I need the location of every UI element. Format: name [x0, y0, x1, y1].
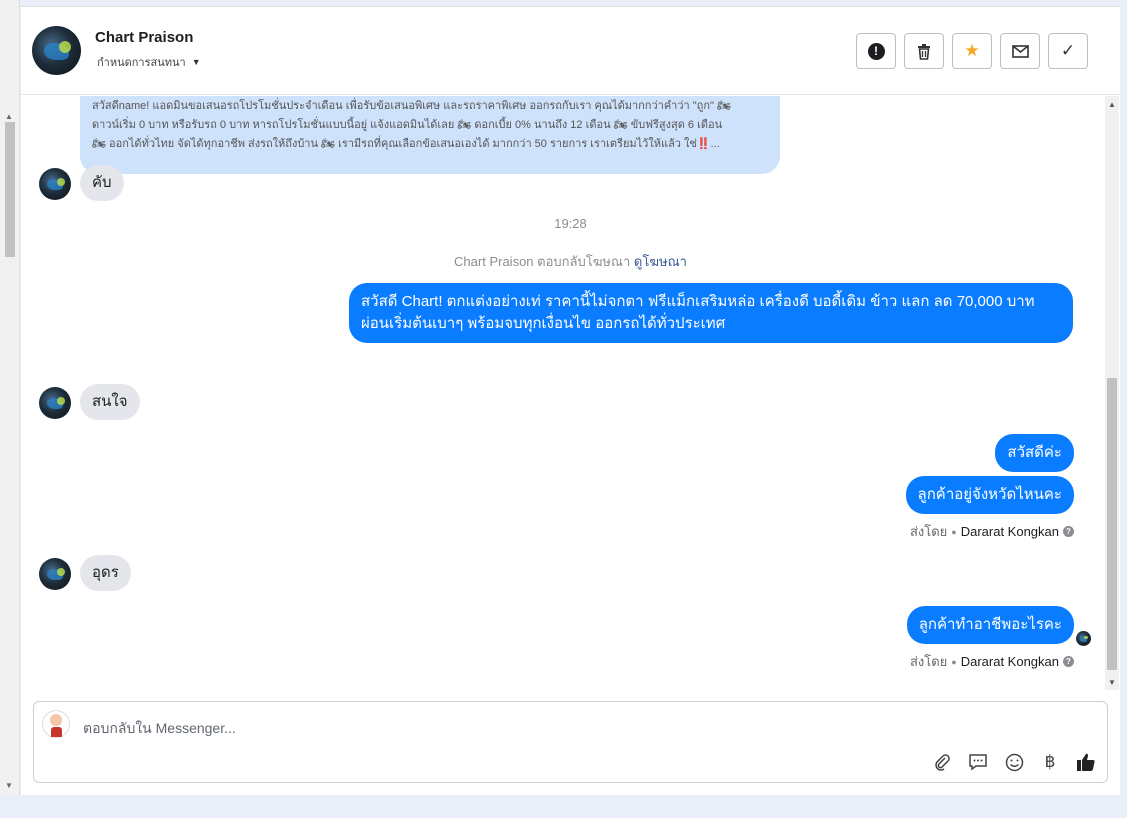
chat-bubble-icon: [969, 754, 987, 771]
caret-down-icon: ▼: [191, 57, 201, 67]
my-avatar: [42, 710, 70, 738]
like-button[interactable]: [1075, 751, 1097, 773]
outgoing-message[interactable]: ลูกค้าอยู่จังหวัดไหนคะ: [905, 476, 1074, 514]
outgoing-ad-message[interactable]: สวัสดี Chart! ตกแต่งอย่างเท่ ราคานี้ไม่จ…: [349, 283, 1073, 343]
baht-icon: ฿: [1044, 752, 1056, 771]
envelope-icon: [1011, 44, 1029, 58]
help-icon[interactable]: ?: [1063, 656, 1074, 667]
attach-button[interactable]: [931, 751, 953, 773]
incoming-message[interactable]: สนใจ: [80, 384, 140, 420]
sent-by-line: ส่งโดย ● Dararat Kongkan ?: [910, 521, 1074, 542]
incoming-message[interactable]: อุดร: [80, 555, 131, 591]
outgoing-message[interactable]: สวัสดีค่ะ: [995, 434, 1074, 472]
help-icon[interactable]: ?: [1063, 526, 1074, 537]
seen-avatar-icon: [1076, 631, 1091, 646]
payment-button[interactable]: ฿: [1039, 751, 1061, 773]
message-thread[interactable]: สวัสดีname! แอดมินขอเสนอรถโปรโมชั่นประจำ…: [21, 96, 1120, 690]
check-icon: ✓: [1060, 41, 1076, 60]
mark-done-button[interactable]: ✓: [1048, 33, 1088, 69]
check-circle-icon: ●: [951, 656, 957, 667]
delete-button[interactable]: [904, 33, 944, 69]
star-icon: ★: [964, 41, 980, 60]
contact-name[interactable]: Chart Praison: [95, 29, 193, 46]
incoming-message[interactable]: คับ: [80, 165, 124, 201]
page-scrollbar[interactable]: ▲ ▼: [0, 0, 20, 795]
sent-by-line: ส่งโดย ● Dararat Kongkan ?: [910, 651, 1074, 672]
scroll-up-arrow[interactable]: ▲: [1108, 100, 1116, 109]
ad-reply-note: Chart Praison ตอบกลับโฆษณา ดูโฆษณา: [454, 254, 687, 269]
conversation-header: Chart Praison กำหนดการสนทนา ▼ ! ★ ✓: [21, 7, 1120, 95]
thread-scrollbar-thumb[interactable]: [1107, 378, 1117, 670]
scroll-up-arrow[interactable]: ▲: [5, 112, 13, 121]
header-actions: ! ★ ✓: [856, 33, 1088, 69]
timestamp: 19:28: [554, 216, 587, 231]
thumbs-up-icon: [1077, 753, 1095, 771]
report-button[interactable]: !: [856, 33, 896, 69]
composer-tools: ฿: [931, 751, 1097, 773]
thread-scrollbar[interactable]: ▲ ▼: [1105, 96, 1119, 690]
sender-name[interactable]: Dararat Kongkan: [961, 524, 1059, 539]
scroll-down-arrow[interactable]: ▼: [1108, 678, 1116, 687]
sender-name[interactable]: Dararat Kongkan: [961, 654, 1059, 669]
reply-input[interactable]: ตอบกลับใน Messenger...: [83, 718, 236, 740]
contact-avatar-small[interactable]: [39, 387, 71, 419]
check-circle-icon: ●: [951, 526, 957, 537]
view-ad-link[interactable]: ดูโฆษณา: [634, 254, 687, 269]
paperclip-icon: [935, 754, 950, 771]
saved-replies-button[interactable]: [967, 751, 989, 773]
outgoing-message[interactable]: ลูกค้าทำอาชีพอะไรคะ: [906, 606, 1074, 644]
alert-icon: !: [867, 42, 885, 60]
contact-avatar-small[interactable]: [39, 558, 71, 590]
page-scrollbar-thumb[interactable]: [5, 122, 15, 257]
schedule-dropdown[interactable]: กำหนดการสนทนา ▼: [97, 53, 201, 71]
contact-avatar-small[interactable]: [39, 168, 71, 200]
conversation-panel: Chart Praison กำหนดการสนทนา ▼ ! ★ ✓ สวัส…: [21, 6, 1120, 795]
contact-avatar[interactable]: [32, 26, 81, 75]
ad-message-bubble[interactable]: สวัสดีname! แอดมินขอเสนอรถโปรโมชั่นประจำ…: [80, 96, 780, 174]
mark-unread-button[interactable]: [1000, 33, 1040, 69]
smiley-icon: [1005, 753, 1023, 771]
star-button[interactable]: ★: [952, 33, 992, 69]
reply-composer[interactable]: ตอบกลับใน Messenger... ฿: [33, 701, 1108, 783]
schedule-label: กำหนดการสนทนา: [97, 57, 186, 69]
emoji-button[interactable]: [1003, 751, 1025, 773]
scroll-down-arrow[interactable]: ▼: [5, 781, 13, 790]
trash-icon: [918, 43, 930, 60]
